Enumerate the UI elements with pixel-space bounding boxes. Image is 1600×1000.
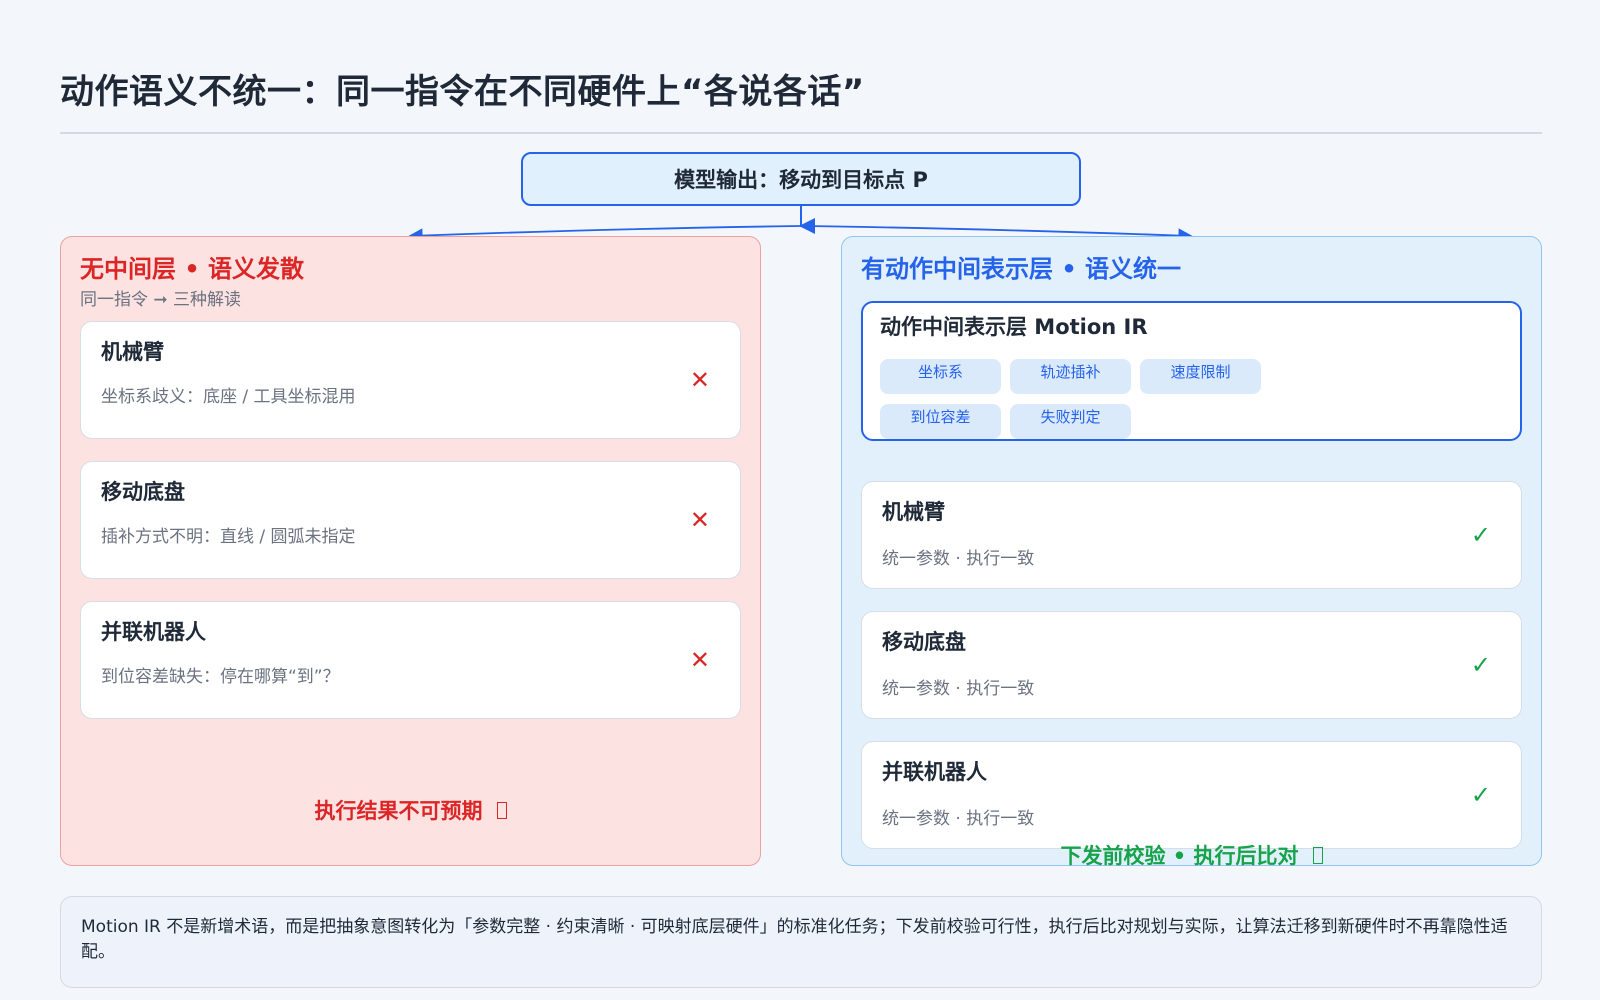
- motion-ir-title: 动作中间表示层 Motion IR: [880, 315, 1148, 339]
- card-desc: 统一参数 · 执行一致: [882, 679, 1035, 699]
- cross-mark-icon: ✕: [689, 366, 710, 394]
- motion-ir-box: 动作中间表示层 Motion IR 坐标系 轨迹插补 速度限制 到位容差 失败判…: [861, 301, 1522, 441]
- page-title: 动作语义不统一：同一指令在不同硬件上“各说各话”: [60, 72, 865, 112]
- right-card-mobile-base: 移动底盘 统一参数 · 执行一致 ✓: [861, 611, 1522, 719]
- connector-to-left-panel: [408, 225, 802, 243]
- left-card-mobile-base: 移动底盘 插补方式不明：直线 / 圆弧未指定 ✕: [80, 461, 741, 579]
- title-divider: [60, 132, 1542, 134]
- model-output-box: 模型输出：移动到目标点 P: [521, 152, 1081, 206]
- right-footer-text: 下发前校验 • 执行后比对: [1060, 844, 1299, 868]
- card-desc: 统一参数 · 执行一致: [882, 549, 1035, 569]
- connector-to-right-panel: [800, 225, 1193, 243]
- panel-motion-ir-layer: 有动作中间表示层 • 语义统一 动作中间表示层 Motion IR 坐标系 轨迹…: [841, 236, 1542, 868]
- card-title: 并联机器人: [101, 620, 206, 644]
- card-desc: 坐标系歧义：底座 / 工具坐标混用: [101, 387, 356, 407]
- chip-arrival-tolerance: 到位容差: [880, 404, 1001, 439]
- chip-failure-judgment: 失败判定: [1010, 404, 1131, 439]
- check-mark-icon: ✓: [1470, 781, 1491, 809]
- left-card-robot-arm: 机械臂 坐标系歧义：底座 / 工具坐标混用 ✕: [80, 321, 741, 439]
- left-panel-subtitle: 同一指令 ➞ 三种解读: [80, 290, 242, 310]
- model-output-label: 模型输出：移动到目标点 P: [674, 168, 928, 192]
- card-title: 移动底盘: [101, 480, 185, 504]
- card-desc: 统一参数 · 执行一致: [882, 809, 1035, 829]
- right-panel-footer: 下发前校验 • 执行后比对: [842, 840, 1541, 870]
- check-mark-icon: ✓: [1470, 521, 1491, 549]
- cross-mark-icon: ✕: [689, 506, 710, 534]
- chip-speed-limit: 速度限制: [1140, 359, 1261, 394]
- chip-trajectory-interpolation: 轨迹插补: [1010, 359, 1131, 394]
- cross-mark-icon: ✕: [689, 646, 710, 674]
- right-panel-heading: 有动作中间表示层 • 语义统一: [861, 255, 1182, 283]
- left-footer-text: 执行结果不可预期: [314, 799, 483, 823]
- check-mark-icon: ✓: [1470, 651, 1491, 679]
- left-panel-heading: 无中间层 • 语义发散: [80, 255, 305, 283]
- left-panel-footer: 执行结果不可预期: [61, 795, 760, 825]
- right-card-robot-arm: 机械臂 统一参数 · 执行一致 ✓: [861, 481, 1522, 589]
- footnote-box: Motion IR 不是新增术语，而是把抽象意图转化为「参数完整 · 约束清晰 …: [60, 896, 1542, 988]
- card-title: 机械臂: [882, 500, 945, 524]
- card-title: 并联机器人: [882, 760, 987, 784]
- chip-coordinate-system: 坐标系: [880, 359, 1001, 394]
- right-card-parallel-robot: 并联机器人 统一参数 · 执行一致 ✓: [861, 741, 1522, 849]
- missing-glyph-icon: [496, 802, 507, 819]
- card-desc: 插补方式不明：直线 / 圆弧未指定: [101, 527, 356, 547]
- card-title: 移动底盘: [882, 630, 966, 654]
- card-desc: 到位容差缺失：停在哪算“到”？: [101, 667, 340, 687]
- card-title: 机械臂: [101, 340, 164, 364]
- panel-no-intermediate-layer: 无中间层 • 语义发散 同一指令 ➞ 三种解读 机械臂 坐标系歧义：底座 / 工…: [60, 236, 761, 866]
- footnote-text: Motion IR 不是新增术语，而是把抽象意图转化为「参数完整 · 约束清晰 …: [81, 917, 1508, 962]
- missing-glyph-icon: [1312, 847, 1323, 864]
- left-card-parallel-robot: 并联机器人 到位容差缺失：停在哪算“到”？ ✕: [80, 601, 741, 719]
